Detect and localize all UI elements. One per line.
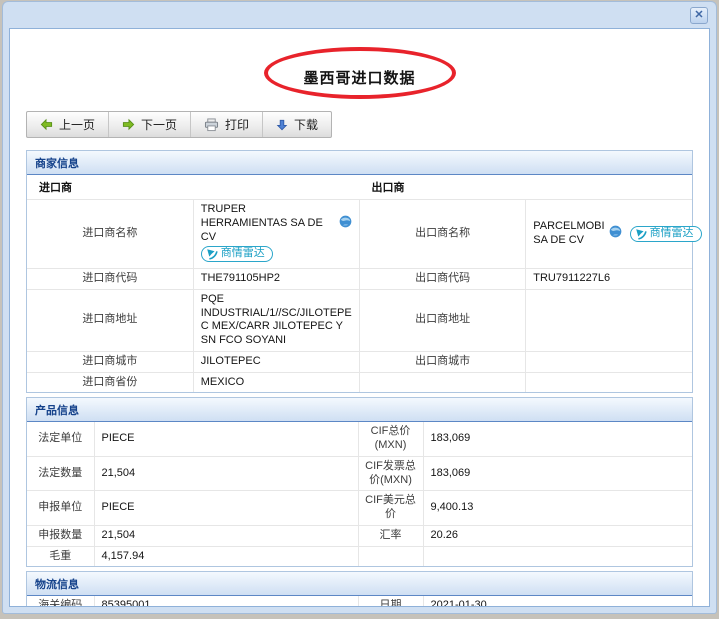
field-label: CIF美元总价 [358,491,423,526]
field-label: 进口商名称 [27,200,193,269]
table-row: 进口商省份 MEXICO [27,372,692,392]
field-label: 出口商名称 [360,200,526,269]
field-value: 183,069 [423,456,692,491]
field-value: MEXICO [193,372,359,392]
business-radar-badge[interactable]: 商情雷达 [201,246,273,262]
field-value [526,289,692,351]
field-value: 9,400.13 [423,491,692,526]
section-logistics-info: 物流信息 海关编码 85395001 日期 2021-01-30 原产国 CHI… [26,571,693,607]
field-value: PIECE [94,422,358,456]
table-row: 申报数量 21,504 汇率 20.26 [27,525,692,546]
radar-icon [206,248,218,260]
table-row: 海关编码 85395001 日期 2021-01-30 [27,596,692,607]
field-label: 申报单位 [27,491,94,526]
globe-icon[interactable] [339,215,352,233]
field-value: PQE INDUSTRIAL/1//SC/JILOTEPEC MEX/CARR … [193,289,359,351]
print-label: 打印 [225,116,249,133]
section-header: 物流信息 [27,572,692,596]
section-header: 商家信息 [27,151,692,175]
download-button[interactable]: 下载 [263,112,331,137]
field-value: JILOTEPEC [193,351,359,372]
print-button[interactable]: 打印 [191,112,263,137]
dialog-body: 墨西哥进口数据 上一页 下一页 [9,28,710,607]
field-value: 183,069 [423,422,692,456]
field-value: PIECE [94,491,358,526]
field-label: 出口商代码 [360,269,526,290]
importer-column-header: 进口商 [27,175,360,200]
radar-badge-label: 商情雷达 [650,227,694,241]
download-label: 下载 [294,116,318,133]
table-row: 毛重 4,157.94 [27,546,692,566]
page-title: 墨西哥进口数据 [26,67,693,88]
field-value: 4,157.94 [94,546,358,566]
merchant-table: 进口商 出口商 进口商名称 TRUPER HERRAMIENTAS SA DE … [27,175,692,392]
table-row: 申报单位 PIECE CIF美元总价 9,400.13 [27,491,692,526]
table-row: 进口商名称 TRUPER HERRAMIENTAS SA DE CV [27,200,692,269]
importer-name-cell: TRUPER HERRAMIENTAS SA DE CV [193,200,359,269]
field-value: 85395001 [94,596,358,607]
product-table: 法定单位 PIECE CIF总价(MXN) 183,069 法定数量 21,50… [27,422,692,566]
field-label [358,546,423,566]
field-label: 进口商代码 [27,269,193,290]
field-value: 21,504 [94,525,358,546]
field-label: 出口商城市 [360,351,526,372]
business-radar-badge[interactable]: 商情雷达 [630,226,702,242]
prev-page-button[interactable]: 上一页 [27,112,109,137]
globe-icon[interactable] [609,225,622,243]
arrow-left-icon [40,118,53,131]
radar-badge-label: 商情雷达 [221,247,265,261]
field-label: 出口商地址 [360,289,526,351]
prev-page-label: 上一页 [59,116,95,133]
field-label: CIF总价(MXN) [358,422,423,456]
field-value: 20.26 [423,525,692,546]
field-label: 申报数量 [27,525,94,546]
arrow-right-icon [122,118,135,131]
exporter-column-header: 出口商 [360,175,693,200]
printer-icon [204,118,219,132]
field-label: 进口商省份 [27,372,193,392]
section-header: 产品信息 [27,398,692,422]
field-label: 海关编码 [27,596,94,607]
dialog-titlebar[interactable]: ✕ [3,2,716,28]
field-label: CIF发票总价(MXN) [358,456,423,491]
table-row: 进口商地址 PQE INDUSTRIAL/1//SC/JILOTEPEC MEX… [27,289,692,351]
field-label: 进口商地址 [27,289,193,351]
close-icon[interactable]: ✕ [690,7,708,24]
field-value: TRU7911227L6 [526,269,692,290]
field-value: THE791105HP2 [193,269,359,290]
section-merchant-info: 商家信息 进口商 出口商 进口商名称 TRUPER HERRAMIENTAS S… [26,150,693,393]
table-row: 进口商代码 THE791105HP2 出口商代码 TRU7911227L6 [27,269,692,290]
field-value: 2021-01-30 [423,596,692,607]
next-page-button[interactable]: 下一页 [109,112,191,137]
logistics-table: 海关编码 85395001 日期 2021-01-30 原产国 CHINA 运输… [27,596,692,607]
field-label: 法定数量 [27,456,94,491]
importer-name: TRUPER HERRAMIENTAS SA DE CV [201,203,335,244]
arrow-down-icon [276,119,288,131]
field-label: 汇率 [358,525,423,546]
field-label: 毛重 [27,546,94,566]
title-row: 墨西哥进口数据 [26,41,693,107]
radar-icon [635,228,647,240]
dialog-window: ✕ 墨西哥进口数据 上一页 下一页 [2,1,717,614]
field-value [526,372,692,392]
field-value [526,351,692,372]
table-row: 进口商城市 JILOTEPEC 出口商城市 [27,351,692,372]
field-label: 进口商城市 [27,351,193,372]
section-product-info: 产品信息 法定单位 PIECE CIF总价(MXN) 183,069 法定数量 … [26,397,693,567]
field-value: 21,504 [94,456,358,491]
field-value [423,546,692,566]
field-label: 日期 [358,596,423,607]
exporter-name-cell: PARCELMOBI SA DE CV [526,200,692,269]
next-page-label: 下一页 [141,116,177,133]
table-row: 法定单位 PIECE CIF总价(MXN) 183,069 [27,422,692,456]
table-row: 法定数量 21,504 CIF发票总价(MXN) 183,069 [27,456,692,491]
table-row: 进口商 出口商 [27,175,692,200]
field-label [360,372,526,392]
toolbar: 上一页 下一页 打印 [26,111,332,138]
field-label: 法定单位 [27,422,94,456]
exporter-name: PARCELMOBI SA DE CV [533,220,604,248]
